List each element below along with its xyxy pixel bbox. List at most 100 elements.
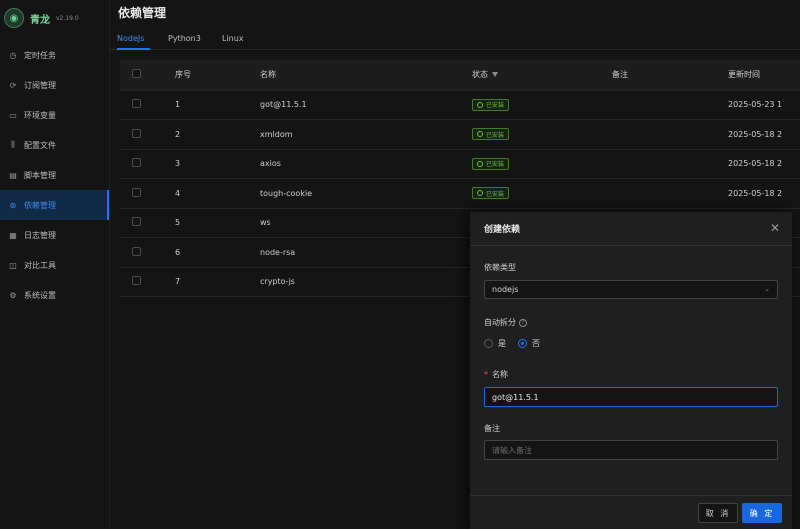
- table-row[interactable]: 1 got@11.5.1 已安装 2025-05-23 1: [120, 90, 800, 120]
- row-time: 2025-05-23 1: [728, 90, 800, 120]
- sidebar: ◉ 青龙 v2.19.0 ◷ 定时任务 ⟳ 订阅管理 ▭ 环境变量 ⫼ 配置文件…: [0, 0, 110, 529]
- create-dependency-drawer: 创建依赖 ✕ 依赖类型 nodejs ⌄ 自动拆分? 是 否 * 名称 备注 取 …: [470, 212, 792, 529]
- sidebar-item-cron[interactable]: ◷ 定时任务: [0, 40, 109, 70]
- sidebar-item-label: 系统设置: [24, 290, 56, 300]
- clock-icon: ◷: [9, 50, 17, 60]
- sidebar-item-label: 环境变量: [24, 110, 56, 120]
- row-seq: 7: [155, 267, 260, 297]
- sidebar-item-log[interactable]: ▦ 日志管理: [0, 220, 109, 250]
- tab-bar: NodeJs Python3 Linux: [110, 28, 800, 50]
- app-window: ◉ 青龙 v2.19.0 ◷ 定时任务 ⟳ 订阅管理 ▭ 环境变量 ⫼ 配置文件…: [0, 0, 800, 529]
- tab-nodejs[interactable]: NodeJs: [117, 34, 144, 43]
- column-header-note: 备注: [612, 60, 728, 91]
- tab-linux[interactable]: Linux: [222, 34, 244, 43]
- name-label: 名称: [492, 370, 508, 379]
- sidebar-item-label: 订阅管理: [24, 80, 56, 90]
- diff-icon: ◫: [9, 260, 17, 270]
- sidebar-item-label: 定时任务: [24, 50, 56, 60]
- chevron-down-icon: ⌄: [764, 285, 770, 293]
- radio-yes-label: 是: [498, 339, 506, 348]
- sidebar-item-env[interactable]: ▭ 环境变量: [0, 100, 109, 130]
- row-name: xmldom: [260, 119, 472, 150]
- row-checkbox[interactable]: [132, 246, 141, 256]
- check-circle-icon: [477, 190, 483, 197]
- table-row[interactable]: 4 tough-cookie 已安装 2025-05-18 2: [120, 178, 800, 209]
- tab-python3[interactable]: Python3: [168, 34, 201, 43]
- row-checkbox[interactable]: [132, 158, 141, 168]
- type-label: 依赖类型: [484, 263, 516, 272]
- type-select[interactable]: nodejs ⌄: [484, 280, 778, 299]
- sidebar-item-dependency[interactable]: ⊛ 依赖管理: [0, 190, 109, 220]
- tab-active-indicator: [117, 48, 150, 50]
- column-header-name: 名称: [260, 60, 472, 91]
- sidebar-item-label: 依赖管理: [24, 200, 56, 210]
- row-seq: 1: [155, 90, 260, 120]
- drawer-title: 创建依赖: [484, 225, 521, 235]
- required-mark: *: [484, 370, 488, 379]
- check-circle-icon: [477, 131, 483, 138]
- config-icon: ⫼: [11, 140, 15, 149]
- status-badge: 已安装: [472, 98, 510, 111]
- row-name: got@11.5.1: [260, 90, 472, 120]
- sidebar-item-config[interactable]: ⫼ 配置文件: [0, 130, 109, 160]
- note-input[interactable]: [484, 440, 778, 460]
- settings-icon: ⚙: [9, 290, 17, 300]
- row-seq: 5: [155, 208, 260, 238]
- row-checkbox[interactable]: [132, 217, 141, 227]
- row-name: crypto-js: [260, 267, 472, 297]
- row-time: 2025-05-18 2: [728, 178, 800, 209]
- status-badge-label: 已安装: [486, 102, 505, 110]
- page-title: 依赖管理: [118, 6, 167, 20]
- brand: ◉ 青龙 v2.19.0: [0, 0, 109, 36]
- cancel-button[interactable]: 取 消: [698, 503, 738, 523]
- table-row[interactable]: 3 axios 已安装 2025-05-18 2: [120, 149, 800, 179]
- sidebar-item-label: 对比工具: [24, 260, 56, 270]
- check-circle-icon: [477, 101, 483, 108]
- filter-icon[interactable]: [492, 72, 498, 78]
- column-header-status-label: 状态: [472, 70, 488, 80]
- row-checkbox[interactable]: [132, 276, 141, 286]
- row-checkbox[interactable]: [132, 128, 141, 138]
- row-name: ws: [260, 208, 472, 238]
- question-circle-icon[interactable]: ?: [519, 318, 527, 327]
- split-label: 自动拆分: [484, 318, 516, 327]
- confirm-button[interactable]: 确 定: [742, 503, 782, 523]
- sidebar-item-diff[interactable]: ◫ 对比工具: [0, 250, 109, 280]
- sidebar-item-label: 日志管理: [24, 230, 56, 240]
- column-header-time: 更新时间: [728, 60, 800, 91]
- column-header-status: 状态: [472, 60, 612, 91]
- brand-name: 青龙: [30, 14, 50, 26]
- close-icon[interactable]: ✕: [770, 222, 780, 234]
- row-time: 2025-05-18 2: [728, 149, 800, 179]
- row-checkbox[interactable]: [132, 99, 141, 109]
- radio-no-label: 否: [532, 339, 540, 348]
- row-seq: 2: [155, 119, 260, 150]
- radio-yes[interactable]: [484, 339, 493, 348]
- row-note: [612, 149, 728, 179]
- drawer-footer: 取 消 确 定: [470, 495, 792, 529]
- status-badge: 已安装: [472, 187, 510, 200]
- row-note: [612, 119, 728, 150]
- table-header-row: 序号 名称 状态 备注 更新时间: [120, 60, 800, 91]
- select-all-checkbox[interactable]: [132, 69, 141, 79]
- note-label: 备注: [484, 424, 500, 433]
- sidebar-item-subscription[interactable]: ⟳ 订阅管理: [0, 70, 109, 100]
- sidebar-item-settings[interactable]: ⚙ 系统设置: [0, 280, 109, 310]
- name-input[interactable]: [484, 387, 778, 407]
- sidebar-item-script[interactable]: ▤ 脚本管理: [0, 160, 109, 190]
- drawer-header: 创建依赖 ✕: [470, 212, 792, 246]
- row-checkbox[interactable]: [132, 187, 141, 197]
- dependency-icon: ⊛: [9, 200, 17, 210]
- status-badge-label: 已安装: [486, 131, 505, 139]
- row-name: axios: [260, 149, 472, 179]
- row-note: [612, 178, 728, 209]
- radio-no[interactable]: [518, 339, 527, 348]
- row-name: tough-cookie: [260, 178, 472, 209]
- row-time: 2025-05-18 2: [728, 119, 800, 150]
- qinglong-logo-icon: ◉: [4, 8, 24, 28]
- split-label-wrap: 自动拆分?: [484, 317, 527, 328]
- row-seq: 3: [155, 149, 260, 179]
- row-seq: 6: [155, 237, 260, 268]
- row-name: node-rsa: [260, 237, 472, 268]
- table-row[interactable]: 2 xmldom 已安装 2025-05-18 2: [120, 119, 800, 150]
